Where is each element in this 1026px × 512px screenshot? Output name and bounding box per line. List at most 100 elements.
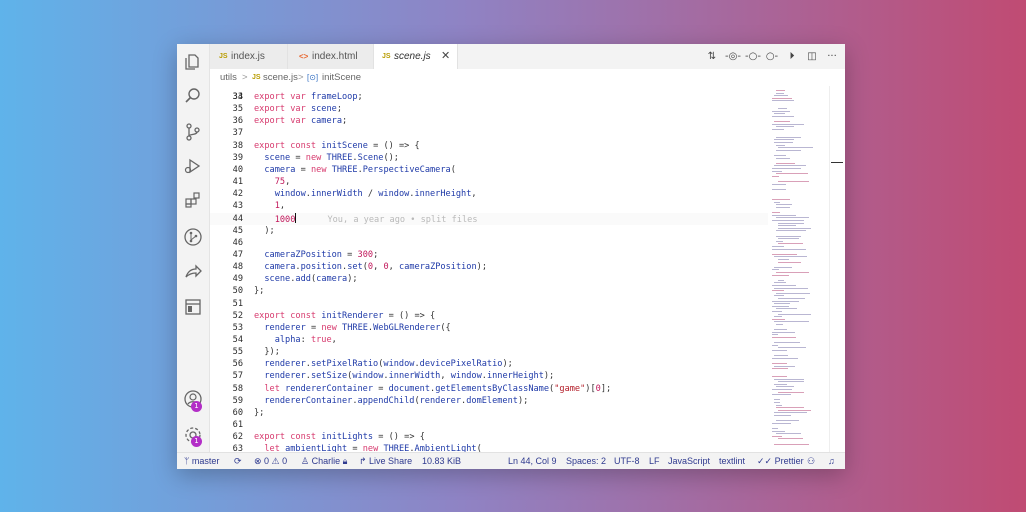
code-line: 42 window.innerWidth / window.innerHeigh… bbox=[210, 188, 768, 200]
code-line: 56 renderer.setPixelRatio(window.deviceP… bbox=[210, 358, 768, 370]
minimap-line bbox=[774, 365, 795, 367]
vertical-scrollbar[interactable] bbox=[829, 86, 845, 452]
code-line: 55 }); bbox=[210, 346, 768, 358]
encoding-status[interactable]: UTF-8 bbox=[614, 453, 640, 469]
next-change-icon[interactable]: ○- bbox=[765, 51, 779, 62]
minimap-line bbox=[772, 274, 789, 276]
minimap-line bbox=[776, 173, 808, 175]
split-editor-icon[interactable]: ◫ bbox=[805, 51, 819, 62]
tab-scene-js[interactable]: JS scene.js ✕ bbox=[374, 44, 458, 69]
live-share-status[interactable]: ↱ Live Share bbox=[359, 453, 412, 469]
compare-changes-icon[interactable]: ⇅ bbox=[705, 51, 719, 62]
explorer-icon[interactable] bbox=[183, 52, 203, 72]
prettier-status[interactable]: ✓✓ Prettier bbox=[757, 453, 804, 469]
tab-index-html[interactable]: <> index.html bbox=[288, 44, 374, 69]
language-mode-status[interactable]: JavaScript bbox=[668, 453, 710, 469]
minimap-line bbox=[772, 97, 792, 99]
remote-explorer-icon[interactable] bbox=[183, 297, 203, 317]
minimap-line bbox=[776, 204, 792, 206]
code-editor[interactable]: 33 34 export var frameLoop; 35 export var s… bbox=[210, 86, 768, 452]
search-icon[interactable] bbox=[183, 86, 203, 106]
line-number: 37 bbox=[232, 128, 243, 139]
minimap-line bbox=[774, 113, 785, 115]
code-text: scene.add(camera); bbox=[264, 274, 358, 285]
line-number: 62 bbox=[232, 432, 243, 443]
breadcrumb-file[interactable]: scene.js bbox=[263, 69, 298, 86]
feedback-icon[interactable]: ⚇ bbox=[807, 453, 815, 469]
minimap-line bbox=[774, 139, 794, 141]
code-line: 59 rendererContainer.appendChild(rendere… bbox=[210, 395, 768, 407]
sync-icon[interactable]: ⟳ bbox=[234, 453, 242, 469]
activity-bar: 1 1 bbox=[177, 44, 210, 452]
code-text: 75, bbox=[274, 177, 291, 188]
minimap-line bbox=[772, 214, 796, 216]
run-icon[interactable]: ⏵ bbox=[785, 51, 799, 62]
code-text: renderer.setPixelRatio(window.devicePixe… bbox=[264, 359, 513, 370]
textlint-status[interactable]: textlint bbox=[719, 453, 745, 469]
line-number: 38 bbox=[232, 140, 243, 151]
minimap-line bbox=[774, 303, 790, 305]
minimap[interactable] bbox=[769, 86, 829, 452]
line-number: 36 bbox=[232, 116, 243, 127]
indentation-status[interactable]: Spaces: 2 bbox=[566, 453, 606, 469]
eol-status[interactable]: LF bbox=[649, 453, 660, 469]
line-number: 39 bbox=[232, 152, 243, 163]
minimap-line bbox=[772, 435, 782, 437]
problems-status[interactable]: ⊗ 0 ⚠ 0 bbox=[254, 453, 287, 469]
minimap-line bbox=[778, 238, 799, 240]
minimap-line bbox=[776, 217, 809, 219]
minimap-line bbox=[772, 183, 786, 185]
run-debug-icon[interactable] bbox=[183, 156, 203, 176]
live-share-icon[interactable] bbox=[183, 262, 203, 282]
minimap-line bbox=[772, 269, 779, 271]
more-actions-icon[interactable]: ··· bbox=[825, 51, 839, 62]
git-commit-icon[interactable]: -◎- bbox=[725, 51, 741, 62]
code-text: }; bbox=[254, 286, 265, 297]
user-icon: ♙ bbox=[301, 456, 312, 466]
minimap-line bbox=[774, 378, 804, 380]
extensions-icon[interactable] bbox=[183, 190, 203, 210]
breadcrumb-symbol[interactable]: initScene bbox=[322, 69, 361, 86]
cursor-position-status[interactable]: Ln 44, Col 9 bbox=[508, 453, 557, 469]
branch-status[interactable]: ᛘ master bbox=[184, 453, 219, 469]
git-blame-annotation: You, a year ago • split files bbox=[296, 214, 478, 225]
minimap-line bbox=[774, 121, 790, 123]
minimap-line bbox=[774, 355, 788, 357]
minimap-line bbox=[772, 357, 798, 359]
code-text: cameraZPosition = 300; bbox=[264, 249, 379, 260]
minimap-line bbox=[772, 318, 785, 320]
code-line: 35 export var scene; bbox=[210, 103, 768, 115]
minimap-line bbox=[778, 279, 784, 281]
notifications-bell-icon[interactable]: ♫ bbox=[828, 453, 835, 469]
minimap-line bbox=[774, 399, 780, 401]
line-number: 56 bbox=[232, 359, 243, 370]
live-share-label: Live Share bbox=[369, 456, 413, 466]
code-text: camera = new THREE.PerspectiveCamera( bbox=[264, 164, 456, 175]
close-icon[interactable]: ✕ bbox=[441, 44, 450, 69]
tab-label: index.html bbox=[312, 51, 358, 62]
code-text: ); bbox=[264, 225, 275, 236]
previous-change-icon[interactable]: -○- bbox=[745, 51, 761, 62]
liveshare-user-status[interactable]: ♙ Charlie 🔒︎ bbox=[301, 453, 347, 469]
minimap-line bbox=[776, 292, 810, 294]
minimap-line bbox=[772, 212, 780, 214]
live-share-icon: ↱ bbox=[359, 456, 370, 466]
minimap-line bbox=[774, 256, 807, 258]
tab-index-js[interactable]: JS index.js bbox=[210, 44, 288, 69]
code-line: 57 renderer.setSize(window.innerWidth, w… bbox=[210, 370, 768, 382]
source-control-icon[interactable] bbox=[183, 122, 203, 142]
code-line: 36 export var camera; bbox=[210, 115, 768, 127]
file-size-status: 10.83 KiB bbox=[422, 456, 462, 466]
minimap-line bbox=[778, 108, 787, 110]
minimap-line bbox=[772, 168, 801, 169]
line-number: 44 bbox=[232, 213, 243, 224]
line-number: 57 bbox=[232, 371, 243, 382]
minimap-line bbox=[778, 147, 813, 149]
minimap-line bbox=[772, 116, 794, 117]
git-graph-icon[interactable] bbox=[183, 227, 203, 247]
code-text: export var scene; bbox=[254, 104, 343, 115]
minimap-line bbox=[772, 428, 778, 429]
code-text: export var frameLoop; bbox=[254, 92, 363, 102]
minimap-line bbox=[778, 225, 796, 227]
breadcrumb-folder[interactable]: utils bbox=[220, 69, 237, 86]
